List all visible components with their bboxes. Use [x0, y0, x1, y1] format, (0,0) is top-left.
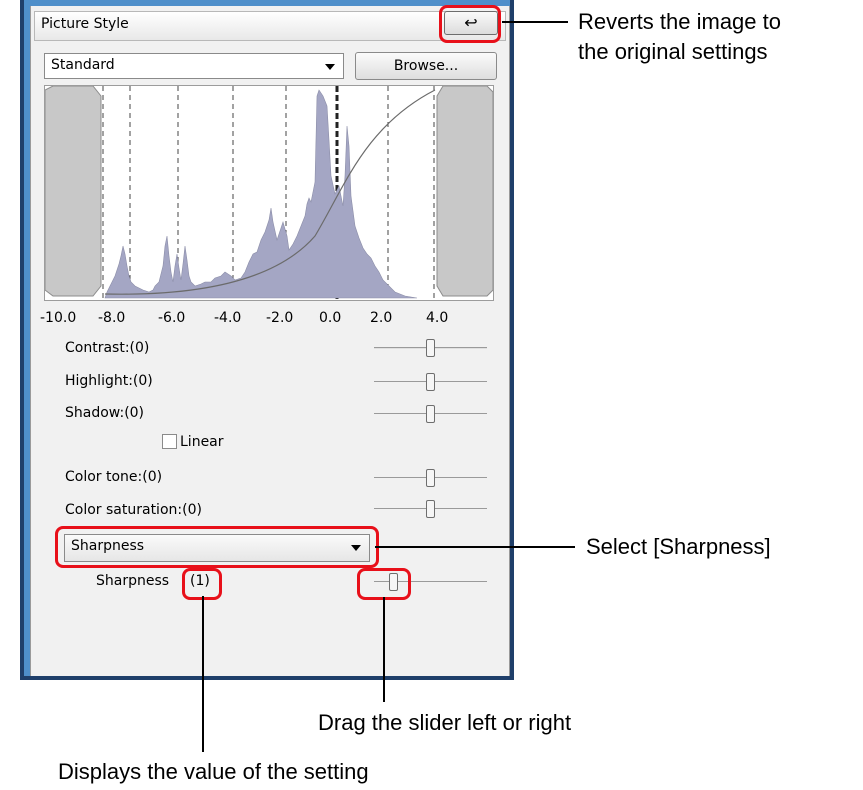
histogram-fill: [104, 89, 418, 299]
x-tick-label: -8.0: [98, 310, 126, 326]
detail-select-highlight: [55, 526, 379, 568]
linear-label: Linear: [180, 434, 224, 450]
contrast-label: Contrast:(0): [65, 340, 150, 356]
browse-label: Browse...: [393, 58, 459, 74]
revert-callout-line2: the original settings: [578, 39, 768, 64]
histogram-graphic: [45, 86, 493, 300]
browse-button[interactable]: Browse...: [355, 52, 497, 80]
contrast-slider-thumb[interactable]: [426, 339, 435, 357]
highlight-slider-thumb[interactable]: [426, 373, 435, 391]
drag-callout: Drag the slider left or right: [318, 710, 572, 735]
panel-left-edge: [20, 0, 24, 680]
panel-right-edge: [510, 0, 514, 680]
color-tone-label: Color tone:(0): [65, 469, 163, 485]
histogram-tone-curve[interactable]: [44, 85, 494, 301]
revert-highlight: [439, 5, 501, 43]
x-tick-label: -6.0: [158, 310, 186, 326]
color-saturation-label: Color saturation:(0): [65, 502, 202, 518]
color-tone-slider-thumb[interactable]: [426, 469, 435, 487]
select-callout-line: [375, 546, 575, 548]
shadow-slider-thumb[interactable]: [426, 405, 435, 423]
x-tick-label: -10.0: [40, 310, 77, 326]
x-tick-label: -4.0: [214, 310, 242, 326]
x-tick-label: 2.0: [370, 310, 393, 326]
sharpness-label: Sharpness: [96, 573, 170, 589]
right-clip-zone: [436, 86, 493, 297]
x-tick-label: -2.0: [266, 310, 294, 326]
chevron-down-icon: [325, 64, 335, 70]
left-clip-zone: [45, 86, 102, 297]
picture-style-selected: Standard: [51, 57, 115, 73]
picture-style-select[interactable]: Standard: [44, 53, 344, 79]
display-callout-line: [202, 596, 204, 752]
revert-callout-line1: Reverts the image to: [578, 9, 781, 34]
x-tick-label: 0.0: [319, 310, 342, 326]
highlight-label: Highlight:(0): [65, 373, 153, 389]
color-saturation-slider-thumb[interactable]: [426, 500, 435, 518]
x-tick-label: 4.0: [426, 310, 449, 326]
shadow-label: Shadow:(0): [65, 405, 145, 421]
panel-title-bar: Picture Style: [34, 11, 506, 41]
select-callout: Select [Sharpness]: [586, 534, 771, 559]
display-callout: Displays the value of the setting: [58, 759, 369, 784]
panel-bottom-edge: [20, 676, 514, 680]
panel-title: Picture Style: [41, 16, 129, 32]
revert-callout-line: [502, 21, 568, 23]
linear-checkbox[interactable]: [162, 434, 177, 449]
drag-callout-line: [383, 597, 385, 702]
slider-highlight: [357, 568, 411, 600]
